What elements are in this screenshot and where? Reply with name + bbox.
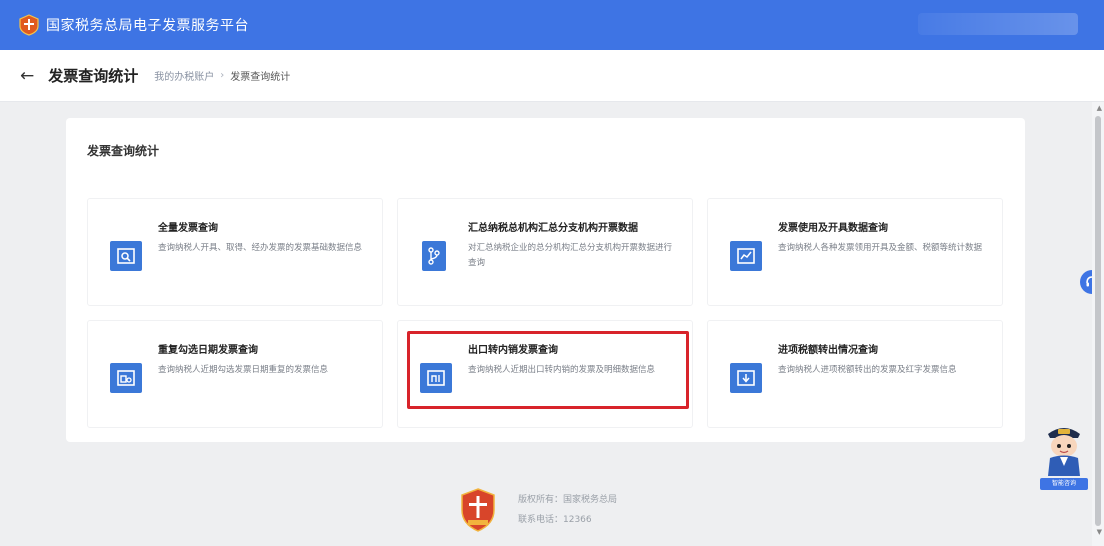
card-description: 查询纳税人近期出口转内销的发票及明细数据信息	[468, 365, 656, 375]
breadcrumb-current: 发票查询统计	[230, 72, 291, 83]
card-title: 发票使用及开具数据查询	[778, 223, 888, 234]
assistant-label[interactable]: 智能咨询	[1040, 478, 1088, 490]
query-panel: 发票查询统计 全量发票查询 查询纳税人开具、取得、经办发票的发票基础数据信息 汇…	[66, 118, 1025, 442]
page-header: ← 发票查询统计 我的办税账户 › 发票查询统计	[0, 50, 1104, 102]
export-doc-icon	[420, 363, 452, 393]
card-title: 汇总纳税总机构汇总分支机构开票数据	[468, 223, 638, 234]
card-description: 查询纳税人开具、取得、经办发票的发票基础数据信息	[158, 243, 363, 253]
card-full-invoice-query[interactable]: 全量发票查询 查询纳税人开具、取得、经办发票的发票基础数据信息	[87, 198, 383, 306]
scroll-up-icon[interactable]: ▲	[1097, 104, 1102, 112]
calendar-doc-icon	[110, 363, 142, 393]
card-description: 对汇总纳税企业的总分机构汇总分支机构开票数据进行查询	[468, 243, 673, 268]
breadcrumb-separator: ›	[220, 70, 225, 81]
card-usage-issuance-query[interactable]: 发票使用及开具数据查询 查询纳税人各种发票领用开具及金额、税额等统计数据	[707, 198, 1003, 306]
card-duplicate-check-date-query[interactable]: 重复勾选日期发票查询 查询纳税人近期勾选发票日期重复的发票信息	[87, 320, 383, 428]
card-title: 重复勾选日期发票查询	[158, 345, 258, 356]
card-description: 查询纳税人进项税额转出的发票及红字发票信息	[778, 365, 957, 375]
footer-text: 版权所有：国家税务总局 联系电话：12366	[518, 490, 617, 530]
card-title: 出口转内销发票查询	[468, 345, 558, 356]
chart-doc-icon	[730, 241, 762, 271]
top-bar: 国家税务总局电子发票服务平台	[0, 0, 1104, 50]
footer-copyright: 版权所有：国家税务总局	[518, 495, 618, 505]
search-doc-icon	[110, 241, 142, 271]
card-title: 全量发票查询	[158, 223, 218, 234]
breadcrumb: 我的办税账户 › 发票查询统计	[154, 68, 290, 83]
platform-title: 国家税务总局电子发票服务平台	[46, 18, 249, 34]
transfer-doc-icon	[730, 363, 762, 393]
breadcrumb-link-account[interactable]: 我的办税账户	[154, 68, 214, 83]
scroll-down-icon[interactable]: ▼	[1097, 528, 1102, 536]
card-title: 进项税额转出情况查询	[778, 345, 878, 356]
page-title: 发票查询统计	[48, 67, 139, 85]
scrollbar-thumb[interactable]	[1095, 116, 1101, 526]
card-description: 查询纳税人近期勾选发票日期重复的发票信息	[158, 365, 329, 375]
card-input-tax-transfer-query[interactable]: 进项税额转出情况查询 查询纳税人进项税额转出的发票及红字发票信息	[707, 320, 1003, 428]
user-info[interactable]	[918, 13, 1078, 35]
panel-title: 发票查询统计	[87, 144, 160, 158]
tax-emblem-icon	[18, 14, 40, 36]
footer: 版权所有：国家税务总局 联系电话：12366	[460, 488, 617, 532]
back-arrow-icon[interactable]: ←	[20, 66, 34, 86]
card-export-to-domestic-query[interactable]: 出口转内销发票查询 查询纳税人近期出口转内销的发票及明细数据信息	[397, 320, 693, 428]
card-description: 查询纳税人各种发票领用开具及金额、税额等统计数据	[778, 243, 983, 253]
tax-emblem-icon	[460, 488, 496, 532]
branch-icon	[422, 241, 446, 271]
card-branch-summary[interactable]: 汇总纳税总机构汇总分支机构开票数据 对汇总纳税企业的总分机构汇总分支机构开票数据…	[397, 198, 693, 306]
footer-phone: 联系电话：12366	[518, 515, 592, 525]
